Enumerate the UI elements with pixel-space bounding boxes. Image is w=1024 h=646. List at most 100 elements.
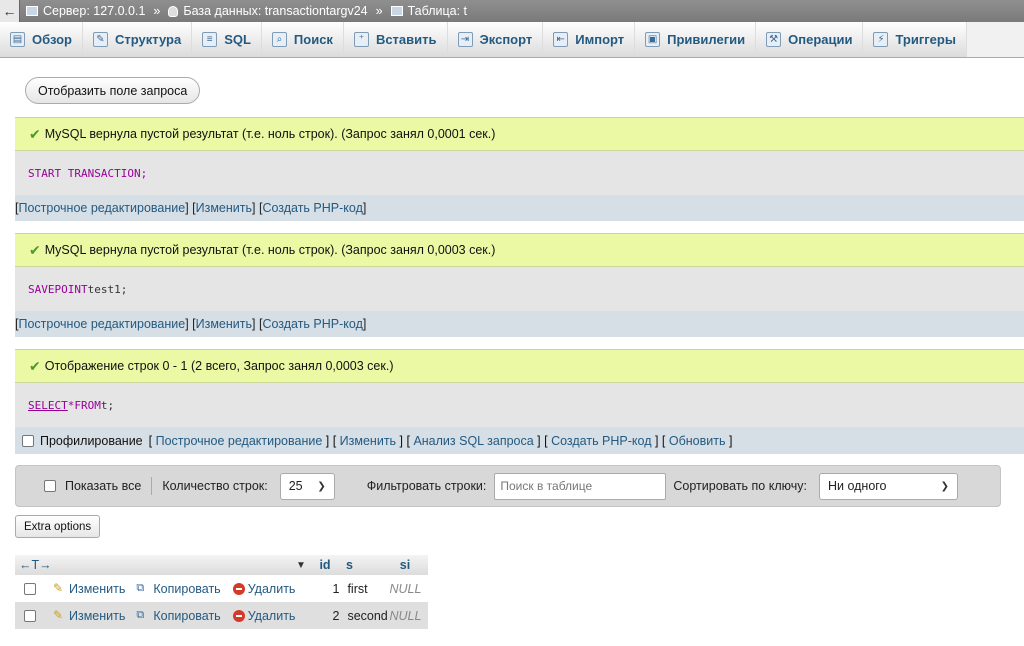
search-icon: ⌕ xyxy=(271,32,287,47)
rows-count-label: Количество строк: xyxy=(162,479,268,493)
query-links-1: [ Построчное редактирование ] [ Изменить… xyxy=(15,195,1024,221)
table-icon xyxy=(390,6,403,16)
server-icon xyxy=(26,6,38,16)
column-arrows[interactable]: ←T→ xyxy=(15,558,296,572)
table-navigation: Показать все Количество строк: 25 ❯ Фильт… xyxy=(15,465,1001,507)
tab-structure[interactable]: ✎ Структура xyxy=(83,22,193,57)
column-header-id[interactable]: id xyxy=(310,558,340,572)
chevron-down-icon: ❯ xyxy=(317,480,326,492)
cell-s[interactable]: second xyxy=(339,609,389,623)
sql-keyword: SAVEPOINT xyxy=(28,282,88,296)
operations-icon: ⚒ xyxy=(766,32,782,47)
tab-privileges[interactable]: ▣ Привилегии xyxy=(635,22,757,57)
edit-link[interactable]: Изменить xyxy=(340,434,396,448)
pencil-icon: ✎ xyxy=(53,581,64,595)
sql-query-display: START TRANSACTION; xyxy=(15,151,1024,195)
column-header-s[interactable]: s xyxy=(340,558,390,572)
result-block-1: ✔ MySQL вернула пустой результат (т.е. н… xyxy=(15,117,1024,195)
table-header: ←T→ ▼ id s si xyxy=(15,555,428,575)
tab-browse[interactable]: ▤ Обзор xyxy=(0,22,83,57)
breadcrumb-table[interactable]: Таблица: t xyxy=(385,4,473,18)
edit-link[interactable]: Изменить xyxy=(196,201,252,215)
breadcrumb-server[interactable]: Сервер: 127.0.0.1 xyxy=(20,4,151,18)
check-icon: ✔ xyxy=(29,125,41,142)
privileges-icon: ▣ xyxy=(645,32,661,47)
refresh-link[interactable]: Обновить xyxy=(669,434,726,448)
sql-keyword-select[interactable]: SELECT xyxy=(28,399,68,412)
sql-text: START TRANSACTION; xyxy=(28,166,148,180)
tab-operations[interactable]: ⚒ Операции xyxy=(756,22,864,57)
column-header-si[interactable]: si xyxy=(390,558,420,572)
breadcrumb-server-label[interactable]: Сервер: 127.0.0.1 xyxy=(43,4,145,18)
delete-icon xyxy=(232,609,245,622)
sql-icon: ≡ xyxy=(202,32,218,47)
cell-si[interactable]: NULL xyxy=(389,609,421,623)
back-arrow-icon[interactable]: ← xyxy=(0,0,20,22)
inline-edit-link[interactable]: Построчное редактирование xyxy=(18,317,185,331)
result-block-2: ✔ MySQL вернула пустой результат (т.е. н… xyxy=(15,233,1024,311)
success-message: ✔ MySQL вернула пустой результат (т.е. н… xyxy=(15,117,1024,151)
copy-row-button[interactable]: ⧉ Копировать xyxy=(136,582,220,596)
copy-icon: ⧉ xyxy=(136,582,145,594)
analyze-sql-link[interactable]: Анализ SQL запроса xyxy=(413,434,533,448)
structure-icon: ✎ xyxy=(93,32,108,47)
tab-triggers[interactable]: ⚡ Триггеры xyxy=(863,22,967,57)
tab-insert[interactable]: ⁺ Вставить xyxy=(344,22,448,57)
filter-rows-input[interactable]: Поиск в таблице xyxy=(494,472,667,500)
cell-id[interactable]: 1 xyxy=(309,582,339,596)
inline-edit-link[interactable]: Построчное редактирование xyxy=(156,434,323,448)
tab-search[interactable]: ⌕ Поиск xyxy=(262,22,344,57)
rows-count-select[interactable]: 25 ❯ xyxy=(279,472,335,500)
breadcrumb-table-label[interactable]: Таблица: t xyxy=(408,4,467,18)
show-all-label[interactable]: Показать все xyxy=(65,479,141,493)
edit-row-button[interactable]: ✎ Изменить xyxy=(53,609,125,623)
row-checkbox[interactable] xyxy=(24,609,36,622)
pencil-icon: ✎ xyxy=(53,608,64,622)
divider xyxy=(151,477,153,495)
tab-export[interactable]: ⇥ Экспорт xyxy=(448,22,544,57)
query-links-2: [ Построчное редактирование ] [ Изменить… xyxy=(15,311,1024,337)
success-message: ✔ Отображение строк 0 - 1 (2 всего, Запр… xyxy=(15,349,1024,383)
browse-icon: ▤ xyxy=(10,32,25,47)
check-icon: ✔ xyxy=(29,357,41,374)
copy-row-button[interactable]: ⧉ Копировать xyxy=(136,609,220,623)
sql-text: t; xyxy=(100,398,115,412)
chevron-down-icon: ❯ xyxy=(940,480,949,492)
sort-by-key-select[interactable]: Ни одного ❯ xyxy=(818,472,958,500)
cell-id[interactable]: 2 xyxy=(309,609,339,623)
sort-indicator-icon[interactable]: ▼ xyxy=(296,560,310,571)
cell-si[interactable]: NULL xyxy=(389,582,421,596)
table-row: ✎ Изменить ⧉ Копировать Удалить 2 second N… xyxy=(15,602,428,629)
delete-icon xyxy=(232,582,245,595)
result-block-3: ✔ Отображение строк 0 - 1 (2 всего, Запр… xyxy=(15,349,1024,454)
show-all-checkbox[interactable] xyxy=(44,480,56,492)
sql-text: test1; xyxy=(87,282,128,296)
breadcrumb-database-label[interactable]: База данных: transactiontargv24 xyxy=(183,4,367,18)
edit-link[interactable]: Изменить xyxy=(196,317,252,331)
delete-row-button[interactable]: Удалить xyxy=(232,582,295,596)
tab-import[interactable]: ⇤ Импорт xyxy=(543,22,636,57)
table-row: ✎ Изменить ⧉ Копировать Удалить 1 first NU… xyxy=(15,575,428,602)
check-icon: ✔ xyxy=(29,241,41,258)
sql-query-display: SELECT * FROM t; xyxy=(15,383,1024,427)
edit-row-button[interactable]: ✎ Изменить xyxy=(53,582,125,596)
delete-row-button[interactable]: Удалить xyxy=(232,609,295,623)
create-php-code-link[interactable]: Создать PHP-код xyxy=(262,201,362,215)
tab-sql[interactable]: ≡ SQL xyxy=(192,22,262,57)
cell-s[interactable]: first xyxy=(339,582,389,596)
create-php-code-link[interactable]: Создать PHP-код xyxy=(262,317,362,331)
sql-keyword-from: FROM xyxy=(74,398,101,412)
top-tabs: ▤ Обзор ✎ Структура ≡ SQL ⌕ Поиск ⁺ Вставить … xyxy=(0,22,1024,58)
extra-options-button[interactable]: Extra options xyxy=(15,515,101,538)
insert-icon: ⁺ xyxy=(353,32,369,47)
breadcrumb-database[interactable]: База данных: transactiontargv24 xyxy=(162,4,373,18)
row-checkbox[interactable] xyxy=(24,582,36,595)
success-message: ✔ MySQL вернула пустой результат (т.е. н… xyxy=(15,233,1024,267)
profiling-checkbox[interactable] xyxy=(22,434,34,447)
create-php-code-link[interactable]: Создать PHP-код xyxy=(551,434,651,448)
show-query-box-button[interactable]: Отобразить поле запроса xyxy=(25,77,201,104)
profiling-label: Профилирование xyxy=(40,433,143,448)
sort-by-key-label: Сортировать по ключу: xyxy=(673,479,807,493)
profiling-bar: Профилирование [ Построчное редактирован… xyxy=(15,427,1024,454)
inline-edit-link[interactable]: Построчное редактирование xyxy=(18,201,185,215)
